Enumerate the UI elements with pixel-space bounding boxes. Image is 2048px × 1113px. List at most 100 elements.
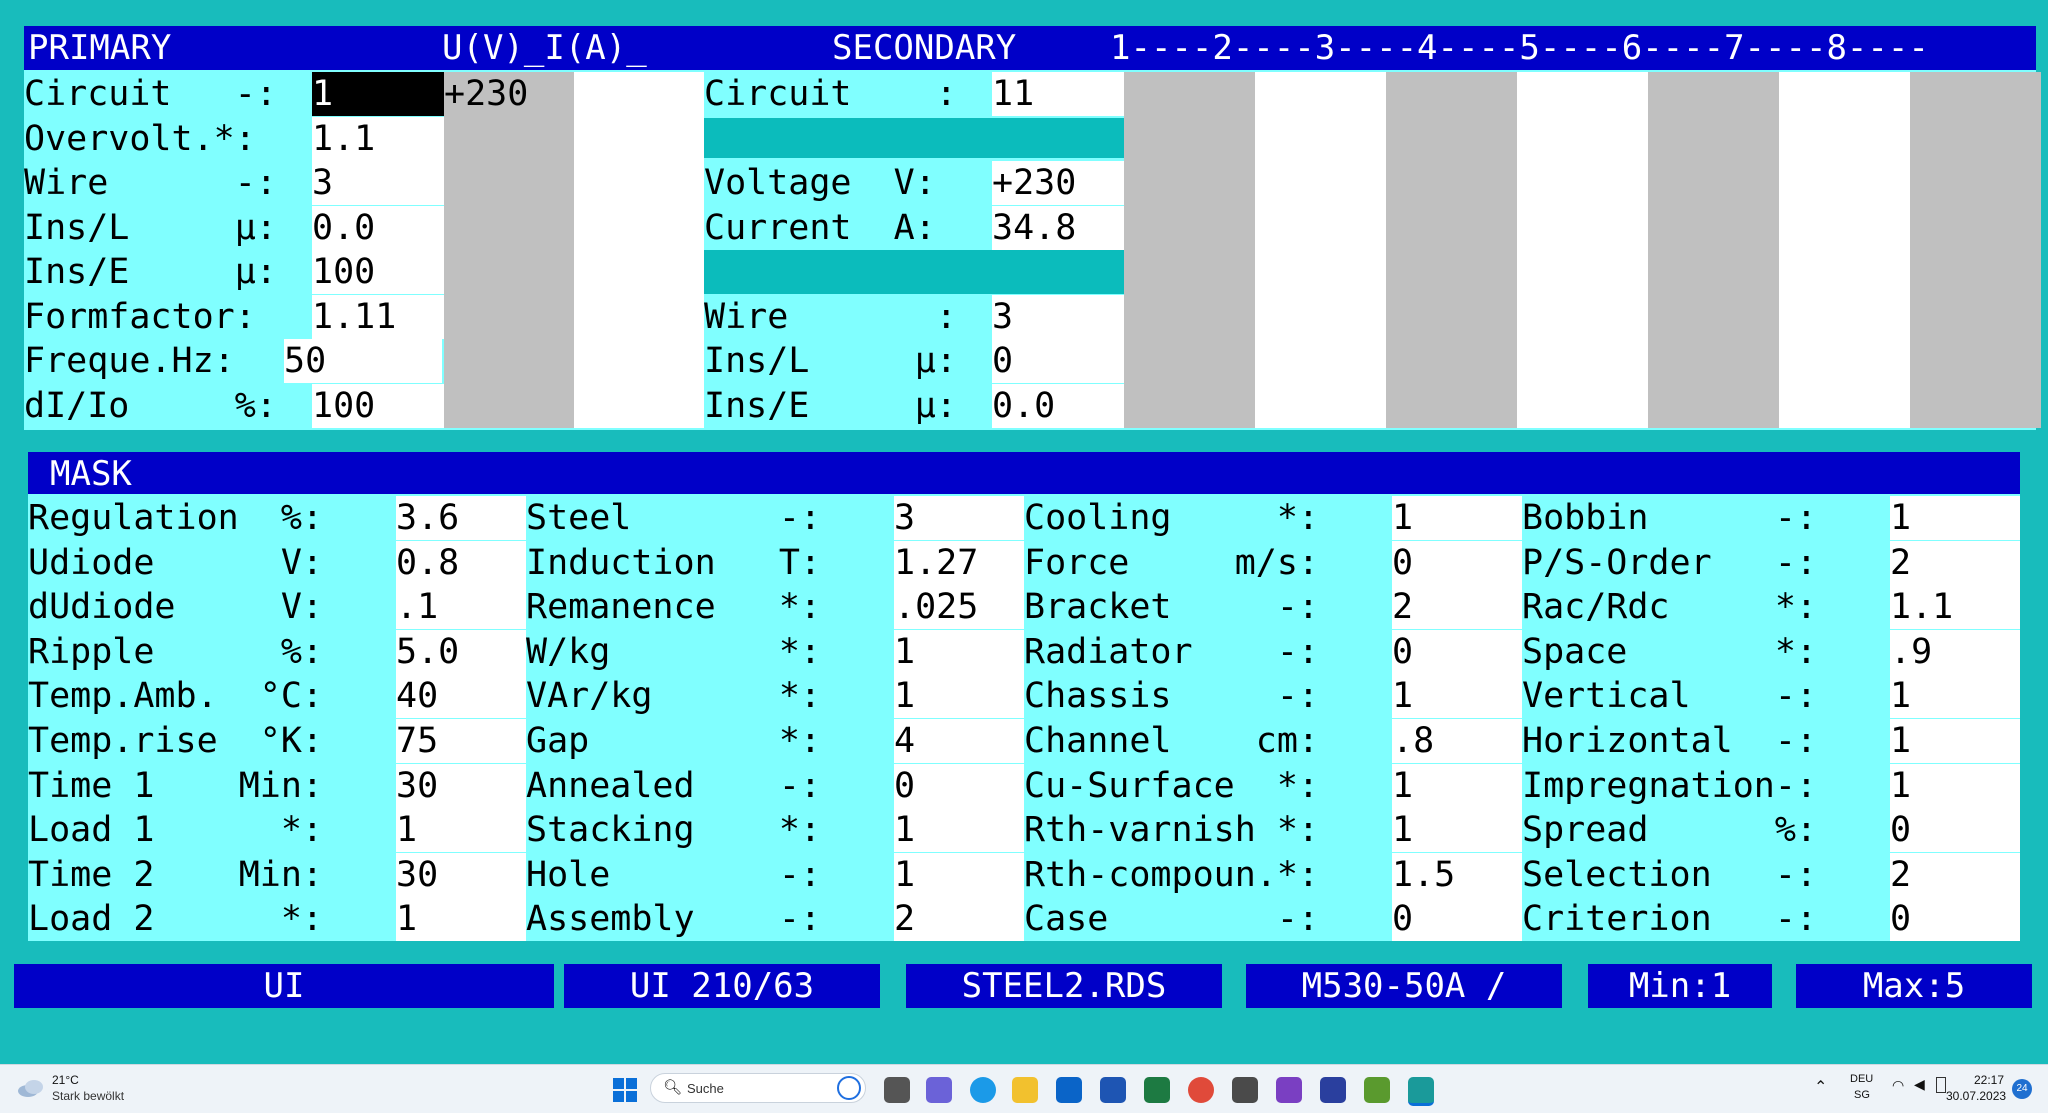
- mask-value-field[interactable]: 1: [1392, 808, 1522, 852]
- mask-value-field[interactable]: 2: [1890, 541, 2020, 585]
- mask-value-field[interactable]: 30: [396, 764, 526, 808]
- mask-value-field[interactable]: 1: [894, 853, 1024, 897]
- mask-value-field[interactable]: 2: [894, 897, 1024, 941]
- file-explorer-icon[interactable]: [1012, 1077, 1038, 1103]
- mask-value-field[interactable]: 2: [1890, 853, 2020, 897]
- secondary-circuit-column[interactable]: [1255, 72, 1386, 428]
- primary-value-field[interactable]: 0.0: [312, 206, 444, 250]
- mask-value-field[interactable]: 0.8: [396, 541, 526, 585]
- a-app-icon[interactable]: [1320, 1077, 1346, 1103]
- volume-icon[interactable]: ◀: [1914, 1076, 1925, 1093]
- secondary-value-field[interactable]: 0: [992, 339, 1124, 383]
- primary-value-field[interactable]: 50: [284, 339, 442, 383]
- edge-icon[interactable]: [970, 1077, 996, 1103]
- primary-value-field[interactable]: 3: [312, 161, 444, 205]
- secondary-value-field[interactable]: 34.8: [992, 206, 1124, 250]
- primary-value-field[interactable]: 1.1: [312, 117, 444, 161]
- mask-value-field[interactable]: 1: [1392, 764, 1522, 808]
- z-app-icon[interactable]: [1232, 1077, 1258, 1103]
- mask-value-field[interactable]: 5.0: [396, 630, 526, 674]
- teams-chat-icon[interactable]: [926, 1077, 952, 1103]
- taskbar-search[interactable]: 🔍︎ Suche: [650, 1073, 866, 1103]
- mask-value-field[interactable]: .8: [1392, 719, 1522, 763]
- weather-icon[interactable]: [16, 1077, 46, 1097]
- mask-label: Hole -:: [526, 853, 894, 897]
- mask-label: Case -:: [1024, 897, 1392, 941]
- secondary-circuit-column[interactable]: [1386, 72, 1517, 428]
- mask-label: VAr/kg *:: [526, 674, 894, 718]
- mask-value-field[interactable]: .9: [1890, 630, 2020, 674]
- excel-icon[interactable]: [1144, 1077, 1170, 1103]
- mask-value-field[interactable]: 0: [1890, 808, 2020, 852]
- secondary-circuit-column[interactable]: [1517, 72, 1648, 428]
- language-bottom[interactable]: SG: [1854, 1089, 1870, 1101]
- clock-time[interactable]: 22:17: [1974, 1073, 2004, 1087]
- secondary-circuit-column[interactable]: [1648, 72, 1779, 428]
- outlook-icon[interactable]: [1056, 1077, 1082, 1103]
- mask-value-field[interactable]: 3.6: [396, 496, 526, 540]
- mask-value-field[interactable]: 1: [894, 674, 1024, 718]
- status-field[interactable]: UI 210/63: [564, 964, 880, 1008]
- secondary-value-field[interactable]: 0.0: [992, 384, 1124, 428]
- battery-icon[interactable]: [1936, 1077, 1946, 1093]
- ui-value-cell[interactable]: +230: [444, 72, 574, 116]
- mask-value-field[interactable]: 2: [1392, 585, 1522, 629]
- primary-value-field[interactable]: 1.11: [312, 295, 444, 339]
- primary-value-field[interactable]: 100: [312, 384, 444, 428]
- status-field[interactable]: UI: [14, 964, 554, 1008]
- wifi-icon[interactable]: ◠: [1892, 1077, 1904, 1094]
- mask-value-field[interactable]: 0: [1392, 541, 1522, 585]
- mask-value-field[interactable]: 3: [894, 496, 1024, 540]
- mask-value-field[interactable]: 1: [1890, 764, 2020, 808]
- z-app-green-icon[interactable]: [1364, 1077, 1390, 1103]
- mask-value-field[interactable]: 0: [1890, 897, 2020, 941]
- mask-value-field[interactable]: 1: [1392, 496, 1522, 540]
- secondary-circuit-column[interactable]: [1124, 72, 1255, 428]
- calculator-icon[interactable]: [1408, 1077, 1434, 1106]
- task-view-icon[interactable]: [884, 1077, 910, 1103]
- windows-start-icon[interactable]: [612, 1077, 638, 1103]
- mask-value-field[interactable]: 40: [396, 674, 526, 718]
- mask-value-field[interactable]: 1: [396, 808, 526, 852]
- status-field[interactable]: M530-50A /: [1246, 964, 1562, 1008]
- word-icon[interactable]: [1100, 1077, 1126, 1103]
- status-field[interactable]: Max:5: [1796, 964, 2032, 1008]
- mask-label: P/S-Order -:: [1522, 541, 1890, 585]
- clock-date[interactable]: 30.07.2023: [1946, 1089, 2006, 1103]
- secondary-value-field[interactable]: 3: [992, 295, 1124, 339]
- mask-value-field[interactable]: 75: [396, 719, 526, 763]
- notification-badge[interactable]: 24: [2012, 1079, 2032, 1099]
- language-top[interactable]: DEU: [1850, 1073, 1873, 1085]
- mask-label: Cu-Surface *:: [1024, 764, 1392, 808]
- secondary-value-field[interactable]: +230: [992, 161, 1124, 205]
- mask-value-field[interactable]: 1.27: [894, 541, 1024, 585]
- mask-value-field[interactable]: 1.5: [1392, 853, 1522, 897]
- primary-label: Formfactor:: [24, 295, 312, 339]
- mask-value-field[interactable]: 0: [1392, 897, 1522, 941]
- mask-value-field[interactable]: 1: [1890, 674, 2020, 718]
- status-field[interactable]: Min:1: [1588, 964, 1772, 1008]
- chevron-up-icon[interactable]: ⌃: [1814, 1077, 1827, 1097]
- secondary-circuit-column[interactable]: [1910, 72, 2041, 428]
- status-field[interactable]: STEEL2.RDS: [906, 964, 1222, 1008]
- visual-studio-icon[interactable]: [1276, 1077, 1302, 1103]
- mask-value-field[interactable]: 1: [894, 630, 1024, 674]
- mask-value-field[interactable]: 1.1: [1890, 585, 2020, 629]
- primary-value-field[interactable]: 100: [312, 250, 444, 294]
- mask-value-field[interactable]: .025: [894, 585, 1024, 629]
- mask-value-field[interactable]: 0: [1392, 630, 1522, 674]
- mask-value-field[interactable]: 1: [894, 808, 1024, 852]
- mask-value-field[interactable]: 1: [396, 897, 526, 941]
- mask-value-field[interactable]: .1: [396, 585, 526, 629]
- chrome-icon[interactable]: [1188, 1077, 1214, 1103]
- secondary-value-field[interactable]: 11: [992, 72, 1124, 116]
- secondary-circuit-column[interactable]: [1779, 72, 1910, 428]
- mask-value-field[interactable]: 30: [396, 853, 526, 897]
- mask-value-field[interactable]: 4: [894, 719, 1024, 763]
- mask-label: Temp.Amb. °C:: [28, 674, 396, 718]
- mask-value-field[interactable]: 1: [1890, 719, 2020, 763]
- primary-value-field[interactable]: 1: [312, 72, 444, 116]
- mask-value-field[interactable]: 0: [894, 764, 1024, 808]
- mask-value-field[interactable]: 1: [1890, 496, 2020, 540]
- mask-value-field[interactable]: 1: [1392, 674, 1522, 718]
